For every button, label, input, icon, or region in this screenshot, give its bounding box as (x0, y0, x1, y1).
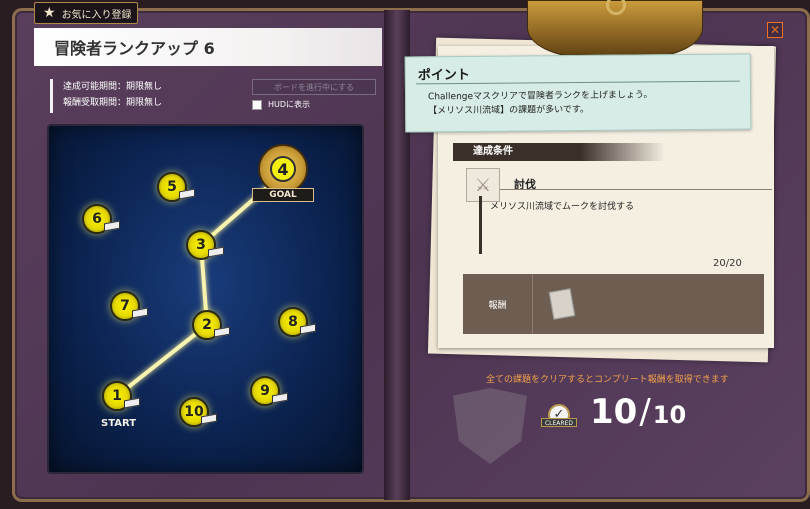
period-info: 達成可能期間：期限無し 報酬受取期間：期限無し (50, 79, 162, 113)
cleared-number: 10 (590, 392, 638, 432)
clipboard-clip (527, 0, 703, 58)
reward-item-icon[interactable] (548, 288, 576, 320)
page-title: 冒険者ランクアップ 6 (34, 28, 382, 66)
cleared-count: 10 / 10 (590, 392, 686, 432)
board-node-5[interactable]: 5 (157, 172, 187, 202)
star-icon: ★ (43, 5, 56, 21)
achievable-period: 達成可能期間：期限無し (63, 82, 163, 92)
point-title: ポイント (417, 67, 470, 84)
complete-reward-note: 全ての課題をクリアするとコンプリート報酬を取得できます (486, 375, 729, 385)
point-card: ポイント Challengeマスクリアで冒険者ランクを上げましょう。 【メリソス… (404, 53, 752, 133)
reward-label: 報酬 (463, 274, 533, 334)
goal-ribbon: GOAL (252, 188, 314, 202)
hud-label: HUDに表示 (268, 100, 311, 109)
reward-period: 報酬受取期間：期限無し (63, 98, 163, 108)
goal-node[interactable]: 4 GOAL (252, 144, 314, 210)
board-node-6[interactable]: 6 (82, 204, 112, 234)
challenge-board: 4 GOAL 1 2 3 5 6 7 8 9 10 START (47, 124, 364, 474)
point-text: Challengeマスクリアで冒険者ランクを上げましょう。 【メリソス川流域】の… (428, 88, 653, 118)
clip-ring-icon (606, 0, 626, 15)
board-node-3[interactable]: 3 (186, 230, 216, 260)
hud-toggle[interactable]: HUDに表示 (252, 99, 310, 110)
task-icon: ⚔ (466, 168, 500, 202)
task-description: メリソス川流域でムークを討伐する (490, 202, 635, 212)
favorite-button[interactable]: ★ お気に入り登録 (34, 2, 138, 24)
set-board-active-button[interactable]: ボードを進行中にする (252, 79, 376, 95)
point-line-2: 【メリソス川流域】の課題が多いです。 (428, 104, 590, 117)
task-divider (500, 189, 772, 190)
count-separator: / (639, 392, 651, 432)
task-progress: 20/20 (713, 258, 742, 269)
reward-panel: 報酬 (463, 274, 764, 334)
board-node-9[interactable]: 9 (250, 376, 280, 406)
node-4-number: 4 (270, 156, 296, 182)
board-node-2[interactable]: 2 (192, 310, 222, 340)
hud-checkbox[interactable] (252, 99, 262, 110)
condition-header: 達成条件 (453, 143, 665, 161)
board-node-1[interactable]: 1 (102, 381, 132, 411)
start-label: START (101, 418, 137, 429)
point-line-1: Challengeマスクリアで冒険者ランクを上げましょう。 (427, 90, 653, 103)
cleared-badge: ✓ CLEARED (541, 402, 577, 428)
close-icon: ✕ (769, 23, 781, 37)
path-line-1-2 (115, 323, 209, 398)
close-button[interactable]: ✕ (767, 22, 783, 38)
board-node-7[interactable]: 7 (110, 291, 140, 321)
goal-disc: 4 (258, 144, 308, 194)
board-node-10[interactable]: 10 (179, 397, 209, 427)
task-accent-bar (479, 196, 482, 254)
favorite-button-label: お気に入り登録 (61, 9, 132, 21)
board-node-8[interactable]: 8 (278, 307, 308, 337)
board-path-lines (115, 182, 273, 398)
total-number: 10 (652, 401, 687, 429)
cleared-tag: CLEARED (541, 418, 577, 427)
